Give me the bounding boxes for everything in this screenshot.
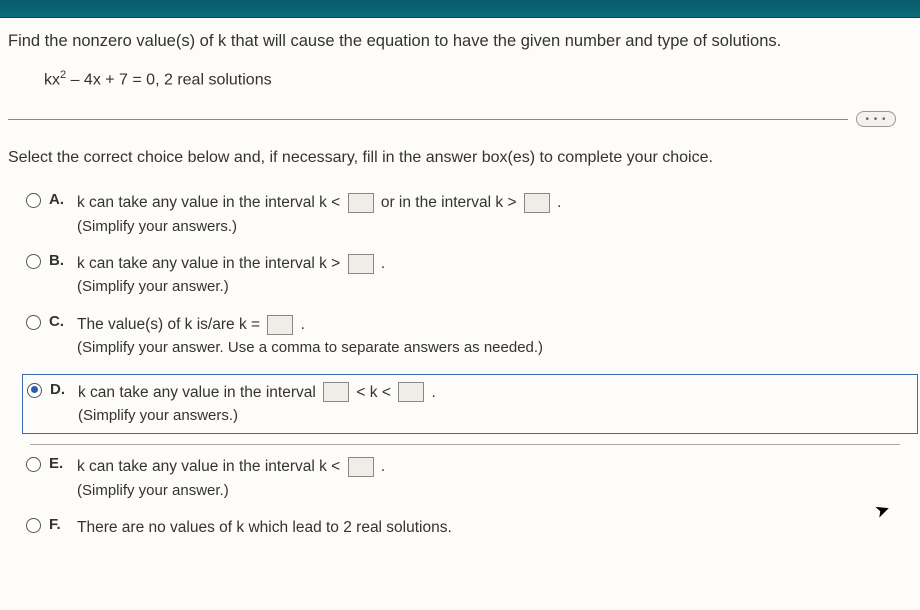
instruction: Select the correct choice below and, if …	[4, 149, 904, 167]
choice-c-hint: (Simplify your answer. Use a comma to se…	[77, 339, 543, 356]
choices-group: A. k can take any value in the interval …	[4, 191, 904, 539]
divider-row: • • •	[8, 111, 896, 127]
choice-c-body: The value(s) of k is/are k = . (Simplify…	[77, 313, 543, 360]
divider-line	[8, 119, 848, 120]
choice-d[interactable]: D. k can take any value in the interval …	[27, 381, 913, 428]
answer-box-a1[interactable]	[348, 193, 374, 213]
choice-b-text2: .	[377, 255, 386, 272]
question-prompt: Find the nonzero value(s) of k that will…	[4, 32, 904, 51]
choice-e-text2: .	[377, 458, 386, 475]
choice-a-text3: .	[553, 194, 562, 211]
choice-d-label: D.	[50, 381, 68, 398]
choice-c-text2: .	[296, 316, 305, 333]
radio-b[interactable]	[26, 254, 41, 269]
choice-a-label: A.	[49, 191, 67, 208]
choice-a-text2: or in the interval k >	[377, 194, 521, 211]
choice-a[interactable]: A. k can take any value in the interval …	[26, 191, 904, 238]
choice-c[interactable]: C. The value(s) of k is/are k = . (Simpl…	[26, 313, 904, 360]
choice-d-body: k can take any value in the interval < k…	[78, 381, 436, 428]
choice-f-label: F.	[49, 516, 67, 533]
radio-e[interactable]	[26, 457, 41, 472]
answer-box-e1[interactable]	[348, 457, 374, 477]
choice-f[interactable]: F. There are no values of k which lead t…	[26, 516, 904, 539]
choice-b-text1: k can take any value in the interval k >	[77, 255, 345, 272]
divider-thin	[30, 444, 900, 445]
choice-f-body: There are no values of k which lead to 2…	[77, 516, 452, 539]
choice-b-body: k can take any value in the interval k >…	[77, 252, 385, 299]
answer-box-b1[interactable]	[348, 254, 374, 274]
choice-a-body: k can take any value in the interval k <…	[77, 191, 561, 238]
answer-box-d1[interactable]	[323, 382, 349, 402]
choice-b-hint: (Simplify your answer.)	[77, 278, 229, 295]
equation-prefix: kx	[44, 71, 60, 88]
choice-c-label: C.	[49, 313, 67, 330]
more-button[interactable]: • • •	[856, 111, 896, 127]
radio-c[interactable]	[26, 315, 41, 330]
answer-box-c1[interactable]	[267, 315, 293, 335]
choice-e-body: k can take any value in the interval k <…	[77, 455, 385, 502]
choice-d-text2: < k <	[352, 384, 395, 401]
equation: kx2 – 4x + 7 = 0, 2 real solutions	[4, 69, 904, 89]
question-content: Find the nonzero value(s) of k that will…	[0, 18, 920, 539]
choice-d-text3: .	[427, 384, 436, 401]
radio-d[interactable]	[27, 383, 42, 398]
choice-a-hint: (Simplify your answers.)	[77, 218, 237, 235]
choice-e[interactable]: E. k can take any value in the interval …	[26, 455, 904, 502]
choice-d-text1: k can take any value in the interval	[78, 384, 320, 401]
choice-d-hint: (Simplify your answers.)	[78, 407, 238, 424]
answer-box-d2[interactable]	[398, 382, 424, 402]
choice-e-text1: k can take any value in the interval k <	[77, 458, 345, 475]
radio-f[interactable]	[26, 518, 41, 533]
choice-a-text1: k can take any value in the interval k <	[77, 194, 345, 211]
choice-e-hint: (Simplify your answer.)	[77, 482, 229, 499]
choice-f-text: There are no values of k which lead to 2…	[77, 519, 452, 536]
answer-box-a2[interactable]	[524, 193, 550, 213]
radio-a[interactable]	[26, 193, 41, 208]
choice-b-label: B.	[49, 252, 67, 269]
choice-e-label: E.	[49, 455, 67, 472]
equation-rest: – 4x + 7 = 0, 2 real solutions	[66, 71, 271, 88]
choice-d-selected-frame: D. k can take any value in the interval …	[22, 374, 918, 435]
choice-b[interactable]: B. k can take any value in the interval …	[26, 252, 904, 299]
choice-c-text1: The value(s) of k is/are k =	[77, 316, 264, 333]
window-title-bar	[0, 0, 920, 18]
